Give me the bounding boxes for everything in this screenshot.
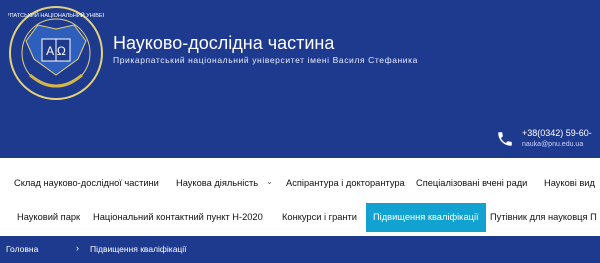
menu-item-qualification[interactable]: Підвищення кваліфікації [366,203,486,233]
breadcrumb: Головна › Підвищення кваліфікації [0,236,600,263]
site-subtitle: Прикарпатський національний університет … [113,55,418,65]
chevron-down-icon: ⌄ [266,177,273,186]
phone-icon [498,132,512,146]
site-title[interactable]: Науково-дослідна частина [113,33,334,54]
breadcrumb-current: Підвищення кваліфікації [90,244,187,254]
phone-number[interactable]: +38(0342) 59-60- [522,128,592,138]
primary-nav: Склад науково-дослідної частини Наукова … [0,158,600,208]
logo-letters: A Ω [46,44,66,58]
breadcrumb-separator: › [76,243,79,253]
menu-item-publications[interactable]: Наукові вид [544,178,595,188]
secondary-nav: Науковий парк Національний контактний пу… [0,202,600,236]
site-header: A Ω ПРИКАРПАТСЬКИЙ НАЦІОНАЛЬНИЙ УНІВЕРСИ… [0,0,600,158]
menu-item-staff[interactable]: Склад науково-дослідної частини [14,178,159,188]
menu-item-grants[interactable]: Конкурси і гранти [282,212,357,222]
menu-item-guide[interactable]: Путівник для науковця П [490,212,597,222]
email-address[interactable]: nauka@pnu.edu.ua [522,141,583,148]
menu-item-research[interactable]: Наукова діяльність [176,178,258,188]
logo-label: ПРИКАРПАТСЬКИЙ НАЦІОНАЛЬНИЙ УНІВЕРСИТЕТ [8,11,104,19]
menu-item-contact-point[interactable]: Національний контактний пункт Н-2020 [93,212,263,222]
menu-item-councils[interactable]: Спеціалізовані вчені ради [416,178,527,188]
menu-item-science-park[interactable]: Науковий парк [17,212,80,222]
contact-block: +38(0342) 59-60- nauka@pnu.edu.ua [496,128,600,152]
menu-item-postgraduate[interactable]: Аспірантура і докторантура [286,178,405,188]
university-logo[interactable]: A Ω ПРИКАРПАТСЬКИЙ НАЦІОНАЛЬНИЙ УНІВЕРСИ… [8,5,104,101]
breadcrumb-home[interactable]: Головна [6,244,38,254]
